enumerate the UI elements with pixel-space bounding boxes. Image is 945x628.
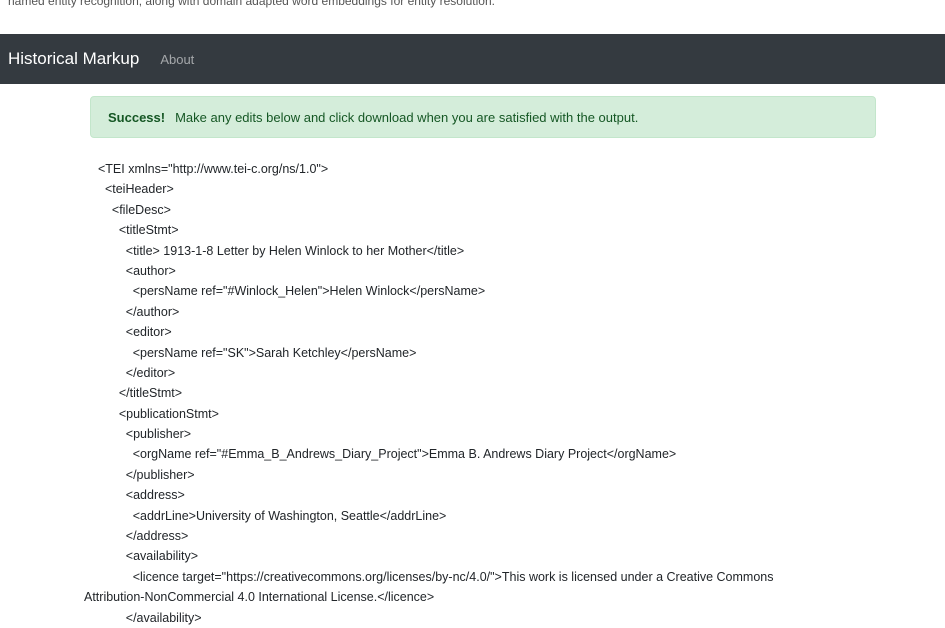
xml-line: Attribution-NonCommercial 4.0 Internatio… bbox=[84, 590, 435, 605]
xml-line: </availability> bbox=[98, 610, 202, 625]
truncated-intro-text: named entity recognition, along with dom… bbox=[8, 0, 495, 8]
xml-line: <licence target="https://creativecommons… bbox=[98, 569, 774, 584]
xml-line: </author> bbox=[98, 304, 180, 319]
xml-line: <editor> bbox=[98, 325, 172, 340]
xml-line: <TEI xmlns="http://www.tei-c.org/ns/1.0"… bbox=[98, 162, 329, 176]
brand-link[interactable]: Historical Markup bbox=[8, 49, 139, 69]
xml-line: <fileDesc> bbox=[98, 202, 171, 217]
xml-editor[interactable]: <TEI xmlns="http://www.tei-c.org/ns/1.0"… bbox=[84, 159, 918, 628]
alert-title: Success! bbox=[108, 109, 166, 125]
xml-line: <address> bbox=[98, 488, 185, 503]
xml-line: <author> bbox=[98, 263, 176, 278]
nav-link-about[interactable]: About bbox=[160, 52, 194, 67]
alert-message: Make any edits below and click download … bbox=[175, 109, 639, 125]
xml-line: <title> 1913-1-8 Letter by Helen Winlock… bbox=[98, 243, 465, 258]
xml-line: <teiHeader> bbox=[98, 182, 174, 197]
xml-line: <titleStmt> bbox=[98, 223, 179, 238]
xml-line: <addrLine>University of Washington, Seat… bbox=[98, 508, 447, 523]
xml-line: <orgName ref="#Emma_B_Andrews_Diary_Proj… bbox=[98, 447, 677, 462]
navbar: Historical Markup About bbox=[0, 34, 945, 84]
xml-line: <availability> bbox=[98, 549, 199, 564]
xml-line: </publisher> bbox=[98, 467, 195, 482]
xml-line: <publisher> bbox=[98, 427, 192, 442]
xml-line: </editor> bbox=[98, 365, 176, 380]
success-alert: Success! Make any edits below and click … bbox=[90, 96, 876, 138]
xml-line: <persName ref="SK">Sarah Ketchley</persN… bbox=[98, 345, 417, 360]
xml-line: </address> bbox=[98, 529, 189, 544]
xml-line: <publicationStmt> bbox=[98, 406, 219, 421]
xml-line: <persName ref="#Winlock_Helen">Helen Win… bbox=[98, 284, 486, 299]
xml-line: </titleStmt> bbox=[98, 386, 183, 401]
